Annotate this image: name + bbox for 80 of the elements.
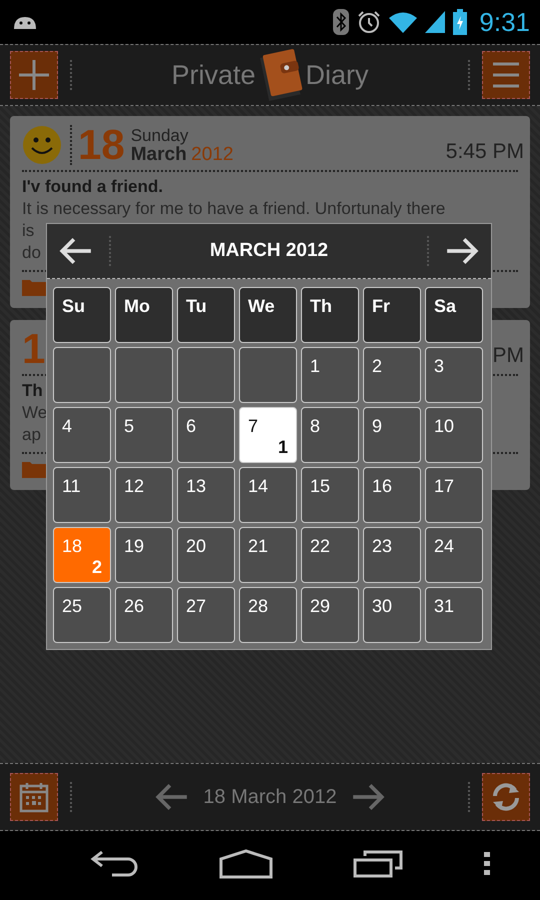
- weekday-header: Su: [53, 287, 111, 343]
- day-cell[interactable]: 14: [239, 467, 297, 523]
- recent-apps-icon[interactable]: [353, 850, 404, 878]
- day-cell[interactable]: 29: [301, 587, 359, 643]
- day-cell[interactable]: 8: [301, 407, 359, 463]
- entry-time: PM: [492, 344, 524, 368]
- day-cell[interactable]: 5: [115, 407, 173, 463]
- weekday-header: We: [239, 287, 297, 343]
- weekday-header: Fr: [363, 287, 421, 343]
- entry-text: We: [22, 403, 48, 422]
- entry-count: 2: [92, 557, 102, 578]
- app-title: Private: [171, 60, 256, 90]
- home-icon[interactable]: [218, 848, 273, 878]
- day-cell[interactable]: 12: [115, 467, 173, 523]
- bluetooth-icon: [333, 9, 350, 35]
- day-cell[interactable]: 19: [115, 527, 173, 583]
- signal-icon: [425, 11, 446, 33]
- day-cell[interactable]: 13: [177, 467, 235, 523]
- weekday-header: Sa: [425, 287, 483, 343]
- day-cell[interactable]: 20: [177, 527, 235, 583]
- day-cell[interactable]: 1: [301, 347, 359, 403]
- day-cell[interactable]: 25: [53, 587, 111, 643]
- day-cell[interactable]: 11: [53, 467, 111, 523]
- calendar-icon: [18, 781, 50, 813]
- current-date: 18 March 2012: [203, 786, 337, 808]
- weekday-header: Tu: [177, 287, 235, 343]
- day-cell[interactable]: 4: [53, 407, 111, 463]
- sync-button[interactable]: [482, 773, 530, 821]
- day-cell[interactable]: 28: [239, 587, 297, 643]
- wifi-icon: [389, 11, 418, 33]
- app-title: Diary: [306, 60, 369, 90]
- day-cell[interactable]: 26: [115, 587, 173, 643]
- day-cell[interactable]: 2: [363, 347, 421, 403]
- entry-text: ap: [22, 425, 41, 444]
- entry-text: is: [22, 221, 34, 240]
- entry-month: March: [130, 144, 187, 164]
- entry-text: do: [22, 243, 41, 262]
- entry-title: I'v found a friend.: [22, 177, 163, 196]
- menu-button[interactable]: [482, 51, 530, 99]
- entry-text: It is necessary for me to have a friend. Unfortunaly there: [22, 199, 446, 218]
- weekday-header: Mo: [115, 287, 173, 343]
- empty-day-cell: [53, 347, 111, 403]
- smiley-icon: [22, 125, 62, 165]
- plus-icon: [17, 58, 51, 92]
- entry-time: 5:45 PM: [446, 140, 524, 164]
- overflow-menu-icon[interactable]: [484, 852, 490, 876]
- day-cell[interactable]: 30: [363, 587, 421, 643]
- entry-count: 1: [278, 437, 288, 458]
- status-time: 9:31: [479, 6, 530, 38]
- empty-day-cell: [177, 347, 235, 403]
- calendar-title: MARCH 2012: [208, 240, 330, 262]
- day-cell[interactable]: 24: [425, 527, 483, 583]
- calendar-button[interactable]: [10, 773, 58, 821]
- entry-title: Th: [22, 381, 43, 400]
- alarm-icon: [357, 10, 382, 34]
- entry-year: 2012: [191, 144, 234, 164]
- day-cell[interactable]: 17: [425, 467, 483, 523]
- day-cell[interactable]: 22: [301, 527, 359, 583]
- day-cell[interactable]: 3: [425, 347, 483, 403]
- day-cell[interactable]: 21: [239, 527, 297, 583]
- day-cell[interactable]: 15: [301, 467, 359, 523]
- day-cell[interactable]: 7 1: [239, 407, 297, 463]
- day-cell[interactable]: 16: [363, 467, 421, 523]
- empty-day-cell: [239, 347, 297, 403]
- day-cell[interactable]: 23: [363, 527, 421, 583]
- menu-icon: [491, 60, 521, 90]
- day-cell[interactable]: 6: [177, 407, 235, 463]
- empty-day-cell: [115, 347, 173, 403]
- back-icon[interactable]: [90, 850, 138, 878]
- day-cell[interactable]: 31: [425, 587, 483, 643]
- add-button[interactable]: [10, 51, 58, 99]
- entry-day: 18: [78, 121, 125, 169]
- diary-book-icon: [258, 48, 304, 102]
- day-cell[interactable]: 9: [363, 407, 421, 463]
- day-cell[interactable]: 27: [177, 587, 235, 643]
- weekday-header: Th: [301, 287, 359, 343]
- entry-day: 1: [22, 325, 46, 373]
- entry-weekday: Sunday: [130, 126, 190, 144]
- battery-icon: [453, 9, 468, 35]
- day-cell[interactable]: 10: [425, 407, 483, 463]
